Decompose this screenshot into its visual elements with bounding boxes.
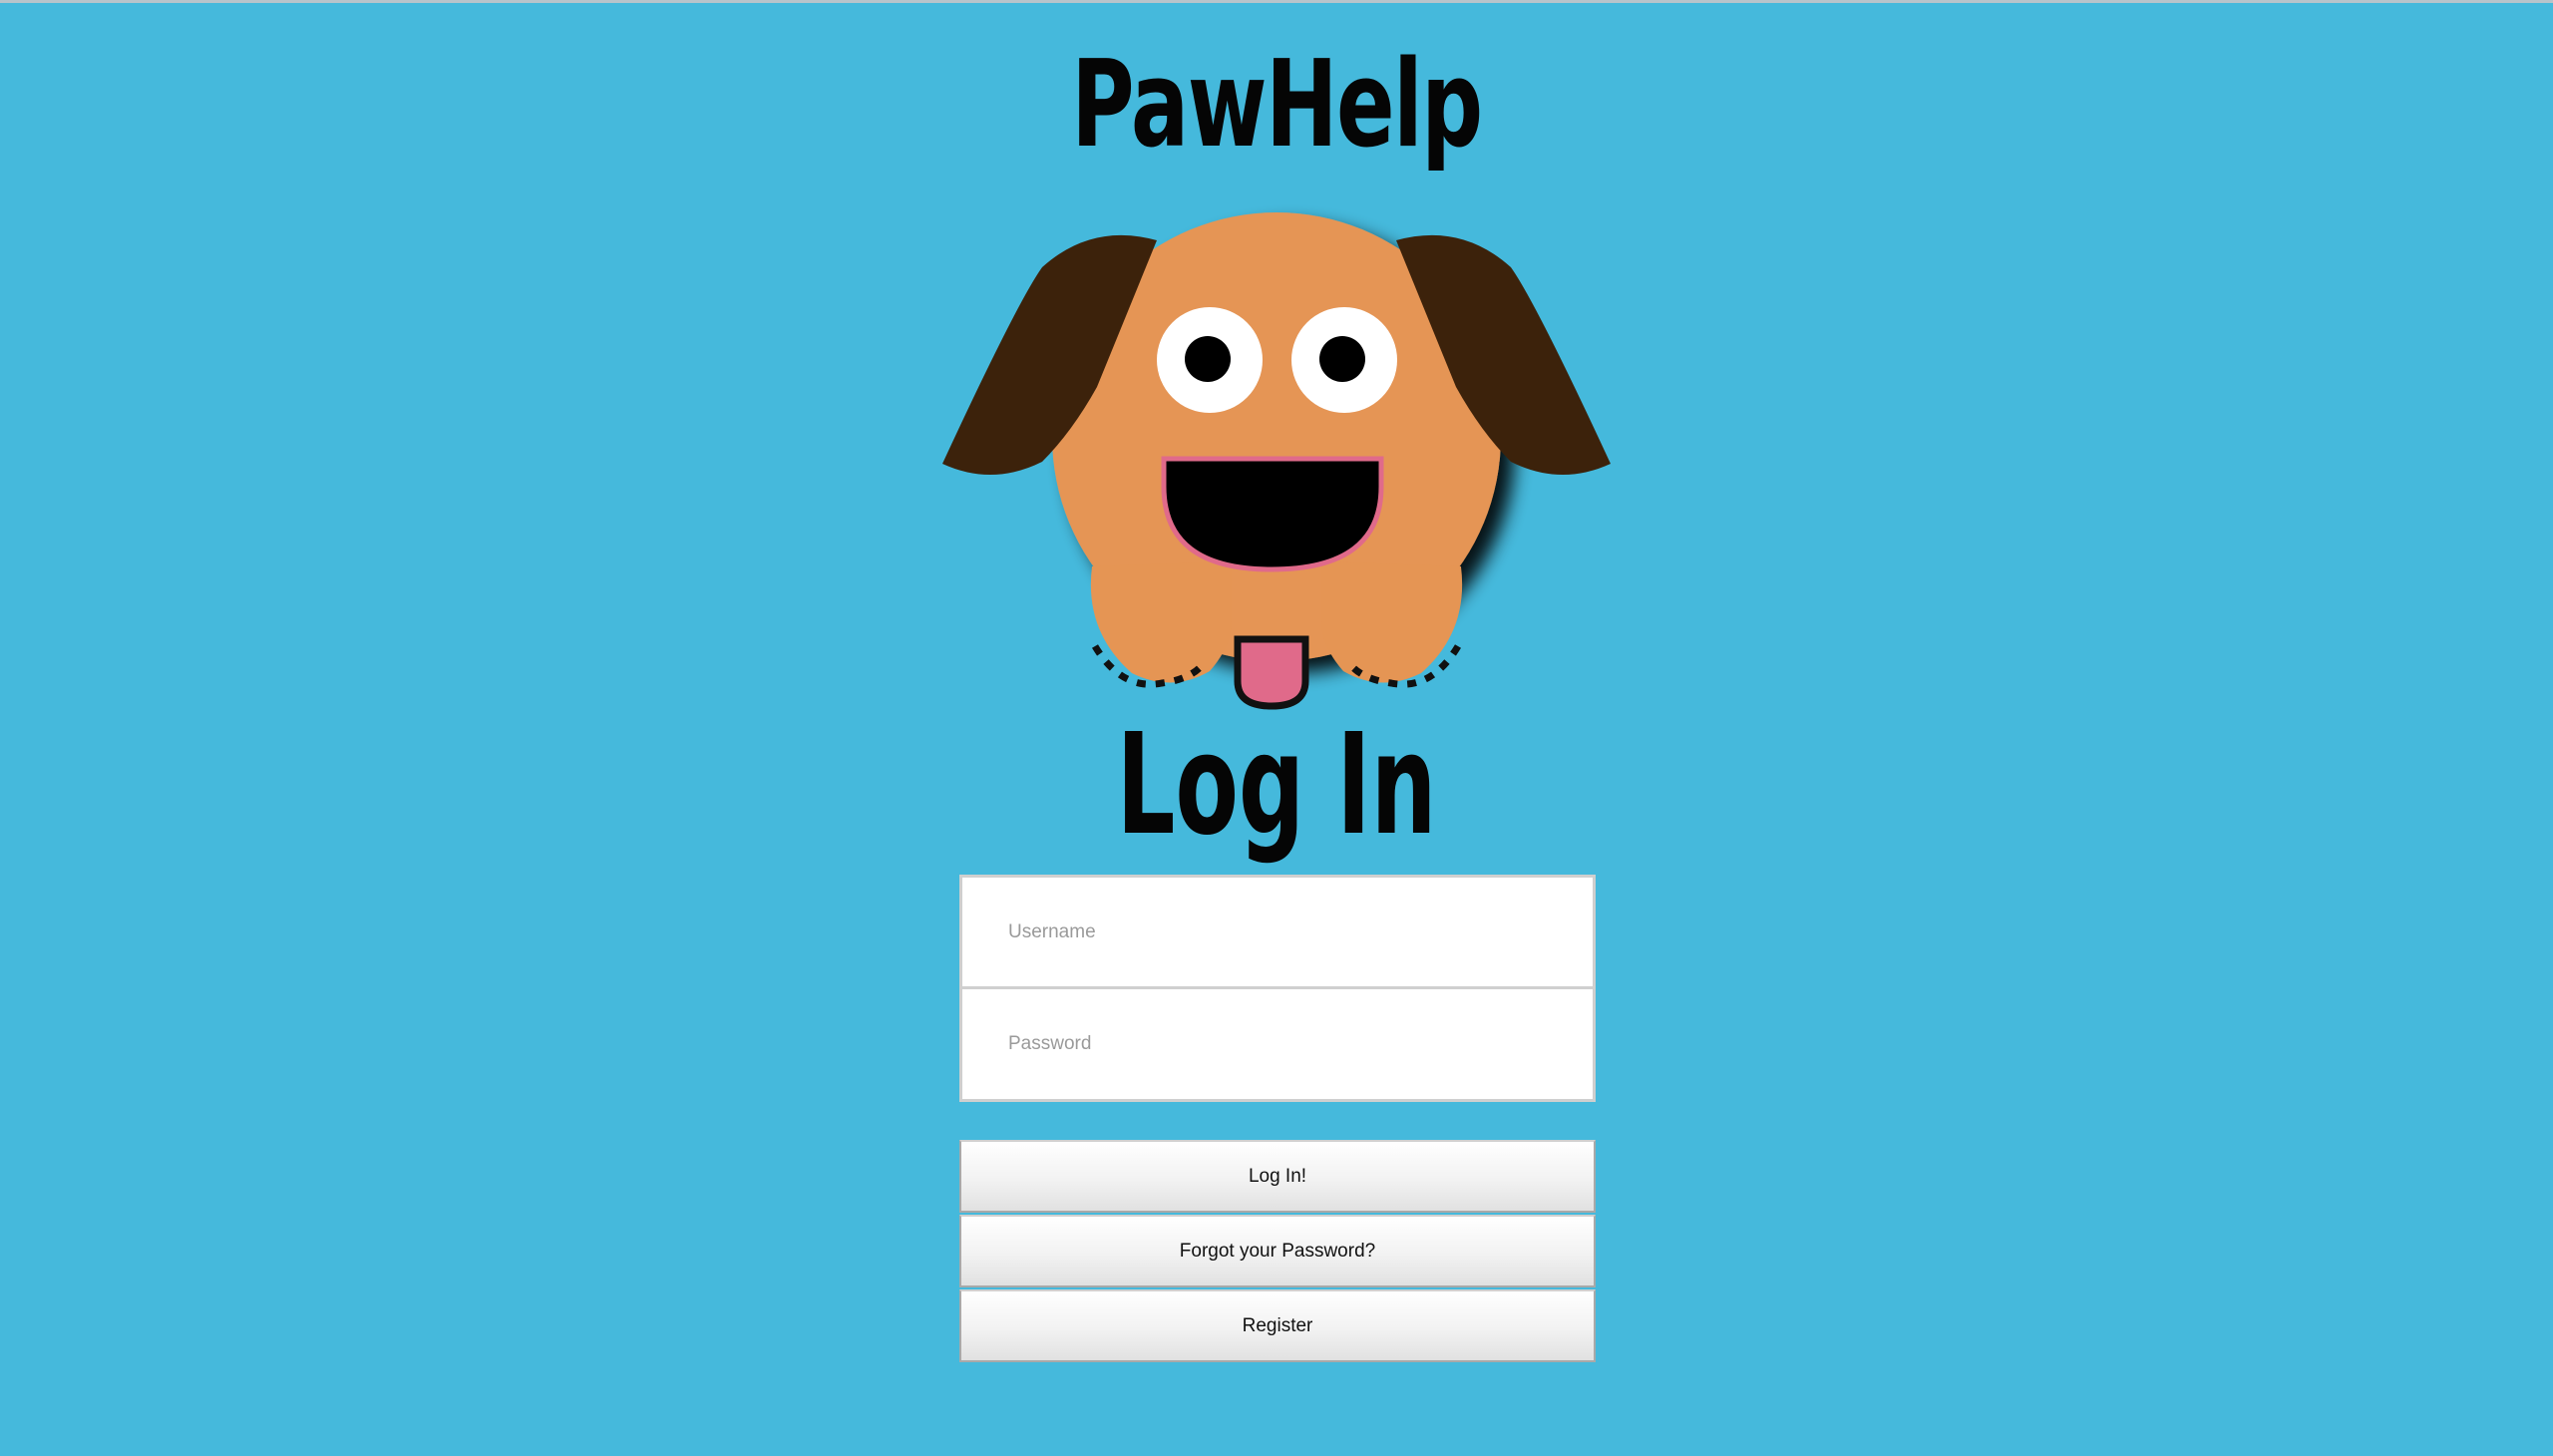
login-form: Log In! Forgot your Password? Register [959,875,1596,1364]
dog-tongue [1234,635,1309,710]
password-input[interactable] [959,989,1596,1102]
username-input[interactable] [959,875,1596,989]
app-title: PawHelp [1071,36,1483,175]
dog-mouth [1161,456,1384,572]
forgot-password-button[interactable]: Forgot your Password? [959,1215,1596,1287]
page-title: Log In [1116,704,1437,867]
register-button[interactable]: Register [959,1289,1596,1362]
dog-mascot-icon [942,212,1611,710]
button-group: Log In! Forgot your Password? Register [959,1140,1596,1362]
login-button[interactable]: Log In! [959,1140,1596,1213]
